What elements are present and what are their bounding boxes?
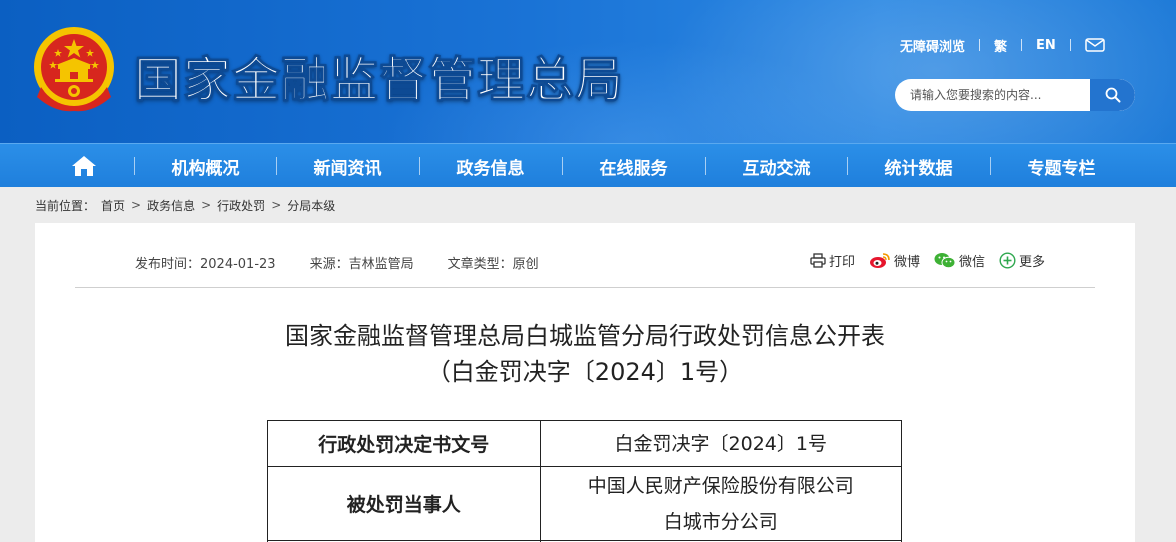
table-key-cell: 被处罚当事人 [267,466,541,541]
table-row: 被处罚当事人 中国人民财产保险股份有限公司 白城市分公司 [267,466,903,541]
more-label: 更多 [1019,255,1046,270]
nav-item-news[interactable]: 新闻资讯 [276,144,419,188]
weibo-icon [870,253,890,268]
site-title[interactable]: 国家金融监督管理总局 [133,40,624,110]
national-emblem-icon [34,27,114,112]
printer-icon [810,253,826,268]
top-link-divider [979,39,981,51]
share-weibo-button[interactable]: 微博 [869,251,920,270]
article-card: 发布时间：2024-01-23 来源：吉林监管局 文章类型：原创 打印 微博 微… [35,223,1135,542]
share-more-button[interactable]: 更多 [999,251,1045,270]
search-button[interactable] [1090,79,1135,111]
breadcrumb-separator: > [131,198,142,212]
site-header: 国家金融监督管理总局 无障碍浏览 繁 EN [0,0,1176,143]
article-source: 来源：吉林监管局 [309,257,414,272]
nav-item-jigou[interactable]: 机构概况 [134,144,277,188]
breadcrumb-item-penalty[interactable]: 行政处罚 [217,197,265,214]
nav-item-statistics[interactable]: 统计数据 [847,144,990,188]
print-label: 打印 [829,255,856,270]
mail-icon[interactable] [1085,38,1105,52]
table-value-line: 中国人民财产保险股份有限公司 [587,474,854,497]
table-value-line: 白城市分公司 [663,510,778,533]
print-button[interactable]: 打印 [810,251,855,270]
search-icon [1105,87,1120,103]
table-key-cell: 行政处罚决定书文号 [267,420,541,467]
article-meta: 发布时间：2024-01-23 来源：吉林监管局 文章类型：原创 [135,253,573,272]
article-type: 文章类型：原创 [447,257,539,272]
home-icon [71,156,96,176]
nav-item-special-topics[interactable]: 专题专栏 [990,144,1133,188]
plus-circle-icon [999,252,1016,269]
table-value-cell: 中国人民财产保险股份有限公司 白城市分公司 [539,466,903,541]
penalty-info-table: 行政处罚决定书文号 白金罚决字〔2024〕1号 被处罚当事人 中国人民财产保险股… [267,420,903,542]
nav-item-online-service[interactable]: 在线服务 [562,144,705,188]
article-title: 国家金融监督管理总局白城监管分局行政处罚信息公开表 （白金罚决字〔2024〕1号… [35,318,1135,390]
meta-divider [75,287,1095,288]
top-link-divider [1069,39,1071,51]
nav-item-government-info[interactable]: 政务信息 [419,144,562,188]
breadcrumb-item-home[interactable]: 首页 [101,197,125,214]
top-link-divider [1021,39,1023,51]
breadcrumb-item-branch[interactable]: 分局本级 [287,197,335,214]
breadcrumb-prefix: 当前位置： [35,198,96,213]
search-box [895,79,1135,111]
table-row: 行政处罚决定书文号 白金罚决字〔2024〕1号 [267,420,903,467]
wechat-label: 微信 [959,255,986,270]
article-title-line-2: （白金罚决字〔2024〕1号） [426,358,744,386]
breadcrumb-separator: > [271,198,282,212]
breadcrumb: 当前位置： 首页 > 政务信息 > 行政处罚 > 分局本级 [35,197,335,213]
search-input[interactable] [895,79,1091,111]
publish-time: 发布时间：2024-01-23 [135,257,276,272]
table-value-cell: 白金罚决字〔2024〕1号 [539,420,903,467]
accessible-browse-link[interactable]: 无障碍浏览 [900,36,965,55]
share-wechat-button[interactable]: 微信 [934,251,985,270]
main-nav: 机构概况 新闻资讯 政务信息 在线服务 互动交流 统计数据 专题专栏 [0,143,1176,187]
share-bar: 打印 微博 微信 更多 [810,251,1045,270]
top-links: 无障碍浏览 繁 EN [900,36,1105,55]
article-title-line-1: 国家金融监督管理总局白城监管分局行政处罚信息公开表 [285,322,885,350]
weibo-label: 微博 [894,255,921,270]
traditional-chinese-link[interactable]: 繁 [994,36,1007,55]
breadcrumb-separator: > [201,198,212,212]
nav-item-interaction[interactable]: 互动交流 [705,144,848,188]
english-link[interactable]: EN [1036,38,1056,53]
breadcrumb-item-government-info[interactable]: 政务信息 [147,197,195,214]
wechat-icon [934,253,956,269]
